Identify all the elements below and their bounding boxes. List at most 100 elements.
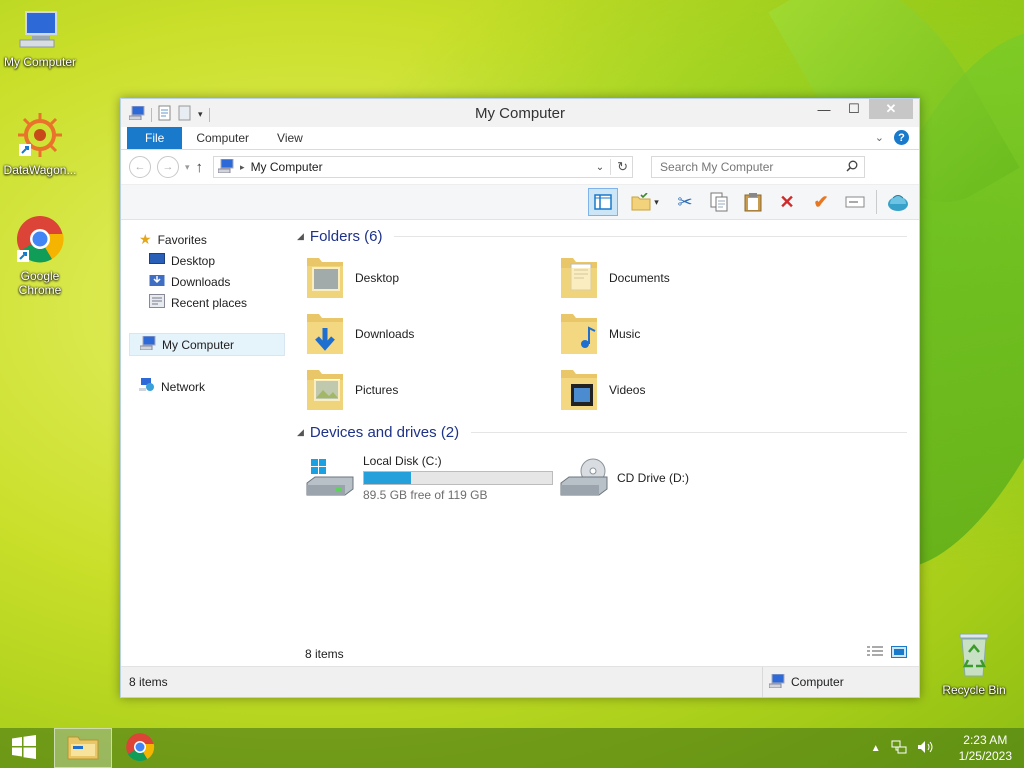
desktop-folder-icon (305, 254, 345, 303)
videos-folder-icon (559, 366, 599, 415)
music-folder-icon (559, 310, 599, 359)
cd-drive-icon (559, 457, 609, 500)
drive-local-disk-c[interactable]: Local Disk (C:) 89.5 GB free of 119 GB (305, 451, 559, 505)
nav-desktop[interactable]: Desktop (121, 250, 285, 271)
address-dropdown-icon[interactable]: ⌄ (596, 162, 604, 173)
folder-documents[interactable]: Documents (559, 255, 813, 301)
expand-ribbon-icon[interactable]: ⌄ (875, 131, 884, 144)
windows-logo-icon (11, 734, 37, 762)
chrome-icon (125, 732, 155, 765)
taskbar: ▲ 2:23 AM 1/25/2023 (0, 728, 1024, 768)
folder-music[interactable]: Music (559, 311, 813, 357)
minimize-button[interactable]: — (809, 99, 839, 119)
nav-recent-places[interactable]: Recent places (121, 292, 285, 313)
recycle-bin-icon (934, 630, 1014, 681)
close-button[interactable]: ✕ (869, 99, 913, 119)
network-status-icon[interactable] (891, 739, 907, 758)
file-explorer-icon (67, 734, 99, 763)
tab-file[interactable]: File (127, 127, 183, 149)
address-path: My Computer (250, 160, 323, 174)
folder-options-button[interactable]: ▾ (626, 189, 664, 215)
ribbon-tabs: File Computer View ⌄ ? (121, 127, 919, 150)
computer-small-icon (217, 158, 234, 176)
nav-favorites[interactable]: ★ Favorites (121, 229, 285, 250)
up-arrow-icon[interactable]: ↑ (196, 159, 204, 176)
title-bar[interactable]: ▾ My Computer — ☐ ✕ (121, 99, 919, 127)
chrome-icon (0, 214, 80, 267)
folder-pictures[interactable]: Pictures (305, 367, 559, 413)
desktop-icon-my-computer[interactable]: My Computer (0, 10, 80, 69)
large-icons-view-icon[interactable] (891, 646, 907, 661)
computer-icon (0, 10, 80, 53)
copy-icon[interactable] (706, 189, 732, 215)
desktop-icon-recycle-bin[interactable]: Recycle Bin (934, 630, 1014, 697)
folder-videos[interactable]: Videos (559, 367, 813, 413)
folders-group-header[interactable]: ◢ Folders (6) (297, 223, 907, 249)
delete-icon[interactable]: ✕ (774, 189, 800, 215)
preview-pane-button[interactable] (588, 188, 618, 216)
nav-downloads[interactable]: Downloads (121, 271, 285, 292)
explorer-window: ▾ My Computer — ☐ ✕ File Computer View ⌄… (120, 98, 920, 698)
clock-date: 1/25/2023 (958, 749, 1012, 763)
breadcrumb-chevron-icon[interactable]: ▸ (240, 162, 245, 173)
local-disk-icon (305, 457, 355, 500)
navigation-bar: ← → ▾ ↑ ▸ My Computer ⌄ ↻ (121, 150, 919, 184)
navigation-pane: ★ Favorites Desktop Downloads Recent pla… (121, 219, 285, 667)
taskbar-file-explorer[interactable] (54, 728, 112, 768)
volume-icon[interactable] (917, 740, 935, 757)
clock-time: 2:23 AM (963, 733, 1008, 747)
devices-group-header[interactable]: ◢ Devices and drives (2) (297, 419, 907, 445)
details-view-icon[interactable] (867, 646, 883, 661)
show-hidden-icons-icon[interactable]: ▲ (871, 743, 881, 754)
status-item-count: 8 items (129, 675, 168, 689)
computer-small-icon (768, 673, 785, 691)
pictures-folder-icon (305, 366, 345, 415)
folders-grid: Desktop Documents Downloads Music Pictur… (297, 255, 907, 413)
search-input[interactable] (658, 159, 847, 175)
nav-my-computer[interactable]: My Computer (129, 333, 285, 356)
desktop-icon-chrome[interactable]: Google Chrome (0, 214, 80, 297)
paste-icon[interactable] (740, 189, 766, 215)
search-icon[interactable] (846, 160, 858, 175)
network-icon (139, 378, 155, 395)
cut-icon[interactable]: ✂ (672, 189, 698, 215)
documents-folder-icon (559, 254, 599, 303)
disk-free-text: 89.5 GB free of 119 GB (363, 488, 488, 502)
folder-downloads[interactable]: Downloads (305, 311, 559, 357)
clock[interactable]: 2:23 AM 1/25/2023 (959, 732, 1012, 764)
search-box[interactable] (651, 156, 866, 178)
help-icon[interactable]: ? (894, 130, 909, 145)
tab-computer[interactable]: Computer (182, 127, 263, 149)
downloads-small-icon (149, 273, 165, 290)
collapse-triangle-icon[interactable]: ◢ (297, 231, 304, 242)
recent-locations-icon[interactable]: ▾ (185, 162, 190, 173)
content-area: ★ Favorites Desktop Downloads Recent pla… (121, 219, 919, 667)
command-toolbar: ▾ ✂ ✕ ✔ (121, 184, 919, 220)
forward-button[interactable]: → (157, 156, 179, 178)
checkmark-icon[interactable]: ✔ (808, 189, 834, 215)
drive-cd-d[interactable]: CD Drive (D:) (559, 451, 813, 505)
window-title: My Computer (474, 105, 566, 122)
maximize-button[interactable]: ☐ (839, 99, 869, 119)
back-button[interactable]: ← (129, 156, 151, 178)
start-button[interactable] (0, 728, 48, 768)
drive-name: CD Drive (D:) (617, 471, 689, 485)
datawagon-logo-icon (0, 112, 80, 161)
downloads-folder-icon (305, 310, 345, 359)
drive-name: Local Disk (C:) (363, 454, 442, 468)
network-globe-icon[interactable] (885, 189, 911, 215)
desktop-small-icon (149, 253, 165, 268)
nav-network[interactable]: Network (121, 376, 285, 397)
item-count: 8 items (305, 647, 344, 661)
folder-desktop[interactable]: Desktop (305, 255, 559, 301)
address-bar[interactable]: ▸ My Computer ⌄ ↻ (213, 156, 634, 178)
disk-usage-bar (363, 471, 553, 485)
refresh-icon[interactable]: ↻ (617, 159, 628, 175)
tab-view[interactable]: View (263, 127, 317, 149)
desktop-icon-datawagon[interactable]: DataWagon... (0, 112, 80, 177)
taskbar-chrome[interactable] (112, 729, 168, 767)
computer-small-icon (139, 335, 156, 353)
status-bar: 8 items Computer (121, 666, 919, 697)
collapse-triangle-icon[interactable]: ◢ (297, 427, 304, 438)
rename-icon[interactable] (842, 189, 868, 215)
